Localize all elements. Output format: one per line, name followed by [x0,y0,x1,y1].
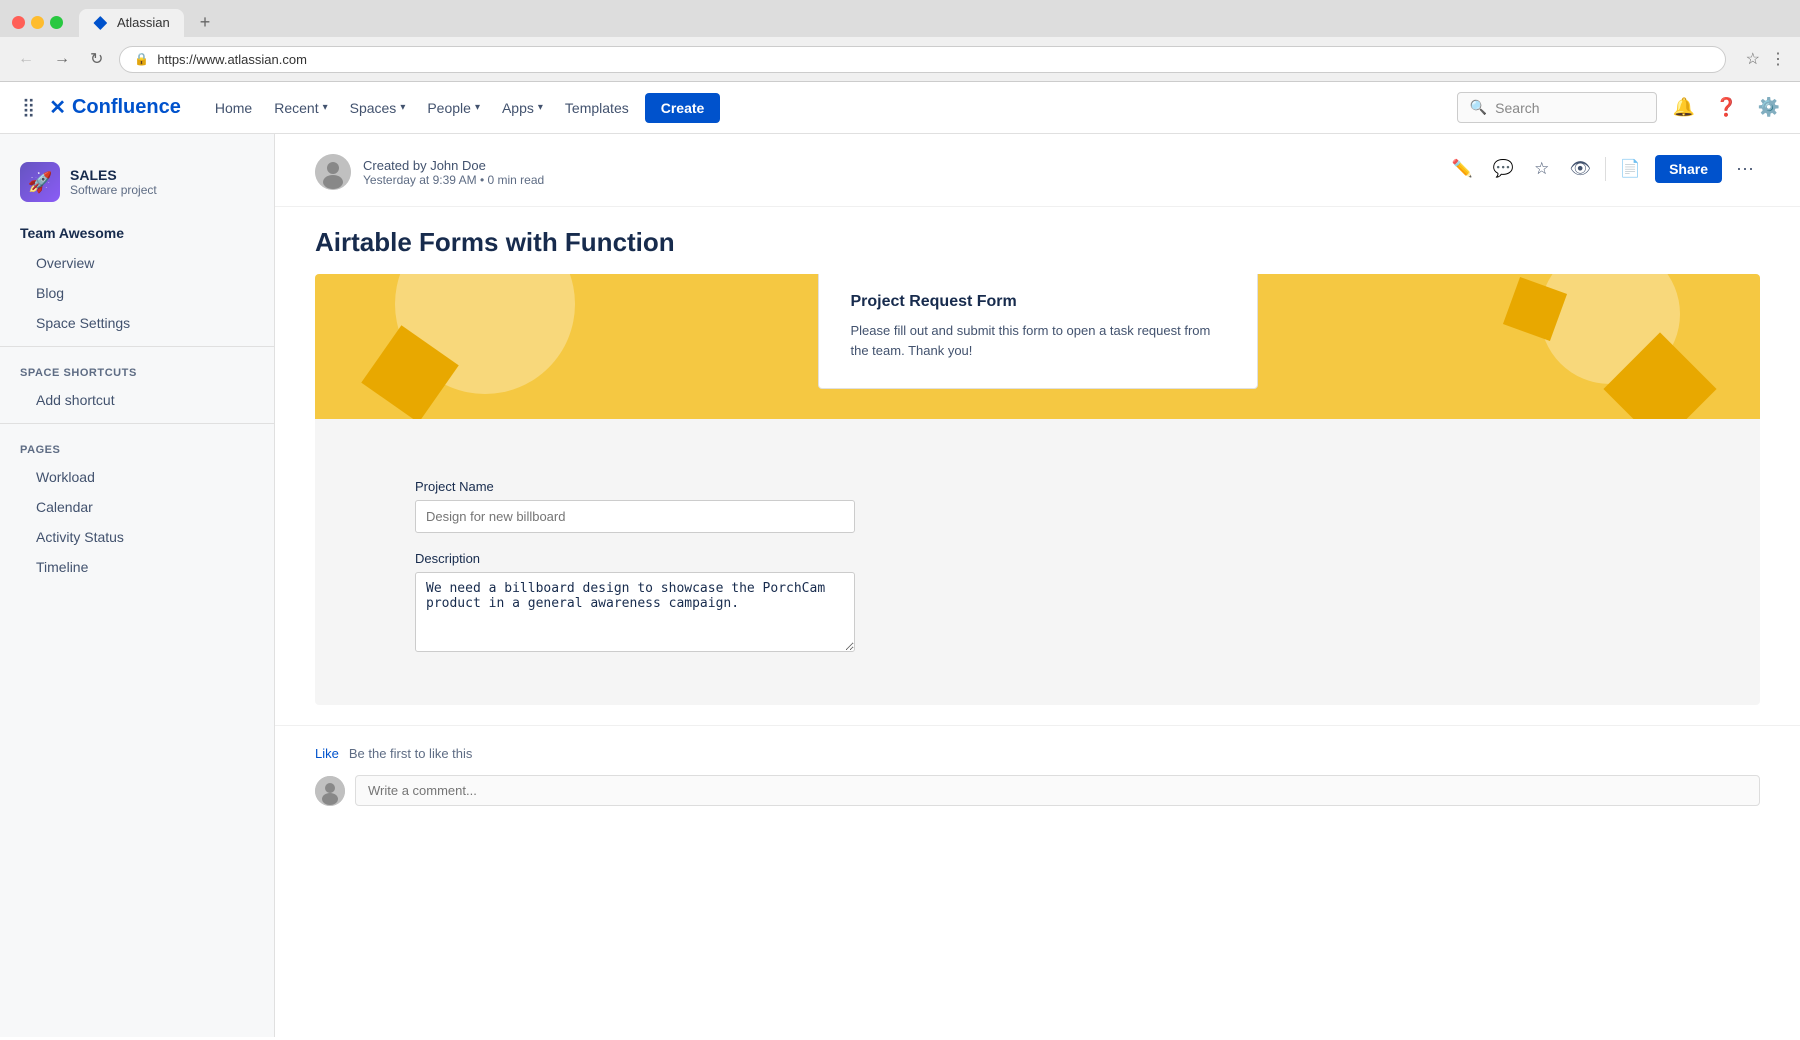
like-row: Like Be the first to like this [315,746,1760,761]
more-button[interactable]: ⋮ [1770,49,1786,69]
comment-button[interactable]: 💬 [1487,155,1520,183]
space-icon: 🚀 [20,162,60,202]
sidebar: 🚀 SALES Software project Team Awesome Ov… [0,134,275,1037]
shortcuts-section-label: SPACE SHORTCUTS [0,355,274,385]
project-name-input[interactable] [415,500,855,533]
sidebar-item-space-settings[interactable]: Space Settings [0,308,274,338]
space-name: SALES [70,167,157,184]
pages-section-label: PAGES [0,432,274,462]
sidebar-divider-1 [0,346,274,347]
nav-right: 🔍 Search 🔔 ❓ ⚙️ [1457,92,1784,123]
action-divider [1605,157,1606,181]
space-type: Software project [70,183,157,197]
more-actions-button[interactable]: ··· [1730,154,1760,183]
traffic-light-yellow[interactable] [31,16,44,29]
nav-apps[interactable]: Apps ▾ [492,94,553,122]
watch-button[interactable]: 👁 [1563,155,1597,183]
sidebar-item-activity[interactable]: Activity Status [0,522,274,552]
space-info: SALES Software project [70,167,157,198]
nav-spaces[interactable]: Spaces ▾ [340,94,416,122]
sidebar-item-workload[interactable]: Workload [0,462,274,492]
like-description: Be the first to like this [349,746,473,761]
project-name-field: Project Name [415,479,1660,533]
sidebar-item-add-shortcut[interactable]: Add shortcut [0,385,274,415]
page-title: Airtable Forms with Function [275,207,1800,274]
star-button[interactable]: ☆ [1528,155,1555,183]
author-meta: Yesterday at 9:39 AM • 0 min read [363,173,544,187]
lock-icon: 🔒 [134,52,149,66]
chevron-down-icon: ▾ [538,102,543,113]
sidebar-item-team-awesome[interactable]: Team Awesome [0,218,274,248]
sidebar-item-timeline[interactable]: Timeline [0,552,274,582]
search-placeholder: Search [1495,100,1539,116]
author-details: Created by John Doe Yesterday at 9:39 AM… [363,158,544,187]
form-card-desc: Please fill out and submit this form to … [851,321,1225,360]
nav-home[interactable]: Home [205,94,262,122]
avatar [315,154,351,190]
description-label: Description [415,551,1660,566]
description-input[interactable]: We need a billboard design to showcase t… [415,572,855,652]
form-banner: Project Request Form Please fill out and… [315,274,1760,419]
atlassian-icon [93,15,109,31]
main-layout: 🚀 SALES Software project Team Awesome Ov… [0,134,1800,1037]
url-text: https://www.atlassian.com [157,52,1710,67]
create-button[interactable]: Create [645,93,721,123]
share-button[interactable]: Share [1655,155,1722,183]
content-header: Created by John Doe Yesterday at 9:39 AM… [275,134,1800,207]
page-tree-button[interactable]: 📄 [1614,155,1647,183]
forward-button[interactable]: → [50,46,74,72]
form-embed: Project Request Form Please fill out and… [315,274,1760,705]
nav-people[interactable]: People ▾ [417,94,490,122]
sidebar-item-overview[interactable]: Overview [0,248,274,278]
bookmark-button[interactable]: ☆ [1746,49,1760,69]
author-name: Created by John Doe [363,158,544,173]
browser-tab[interactable]: Atlassian [79,9,184,37]
traffic-light-red[interactable] [12,16,25,29]
content-area: Created by John Doe Yesterday at 9:39 AM… [275,134,1800,1037]
sidebar-divider-2 [0,423,274,424]
comment-input[interactable] [355,775,1760,806]
confluence-logo[interactable]: ✕ Confluence [49,95,181,120]
form-card: Project Request Form Please fill out and… [818,274,1258,389]
nav-recent[interactable]: Recent ▾ [264,94,337,122]
edit-button[interactable]: ✏️ [1446,155,1479,183]
description-field: Description We need a billboard design t… [415,551,1660,657]
form-body: Project Name Description We need a billb… [315,419,1760,705]
like-button[interactable]: Like [315,746,339,761]
chevron-down-icon: ▾ [475,102,480,113]
form-card-title: Project Request Form [851,293,1225,311]
notifications-button[interactable]: 🔔 [1669,93,1699,122]
grid-menu-button[interactable]: ⣿ [16,91,41,124]
back-button[interactable]: ← [14,46,38,72]
logo-x-icon: ✕ [49,95,66,120]
reload-button[interactable]: ↻ [86,45,107,73]
comment-row [315,775,1760,806]
project-name-label: Project Name [415,479,1660,494]
settings-button[interactable]: ⚙️ [1754,93,1784,122]
app-nav: ⣿ ✕ Confluence Home Recent ▾ Spaces ▾ Pe… [0,82,1800,134]
nav-items: Home Recent ▾ Spaces ▾ People ▾ Apps ▾ T… [205,93,1437,123]
search-icon: 🔍 [1470,99,1487,116]
address-bar[interactable]: 🔒 https://www.atlassian.com [119,46,1725,73]
search-box[interactable]: 🔍 Search [1457,92,1657,123]
traffic-light-green[interactable] [50,16,63,29]
content-actions: ✏️ 💬 ☆ 👁 📄 Share ··· [1446,154,1760,183]
help-button[interactable]: ❓ [1711,93,1741,122]
chevron-down-icon: ▾ [323,102,328,113]
sidebar-item-blog[interactable]: Blog [0,278,274,308]
tab-title: Atlassian [117,15,170,30]
author-info: Created by John Doe Yesterday at 9:39 AM… [315,154,544,190]
sidebar-item-calendar[interactable]: Calendar [0,492,274,522]
chevron-down-icon: ▾ [400,102,405,113]
new-tab-button[interactable]: + [192,8,219,37]
comment-avatar [315,776,345,806]
nav-templates[interactable]: Templates [555,94,639,122]
logo-text: Confluence [72,96,181,119]
content-footer: Like Be the first to like this [275,725,1800,826]
sidebar-space-header: 🚀 SALES Software project [0,154,274,218]
